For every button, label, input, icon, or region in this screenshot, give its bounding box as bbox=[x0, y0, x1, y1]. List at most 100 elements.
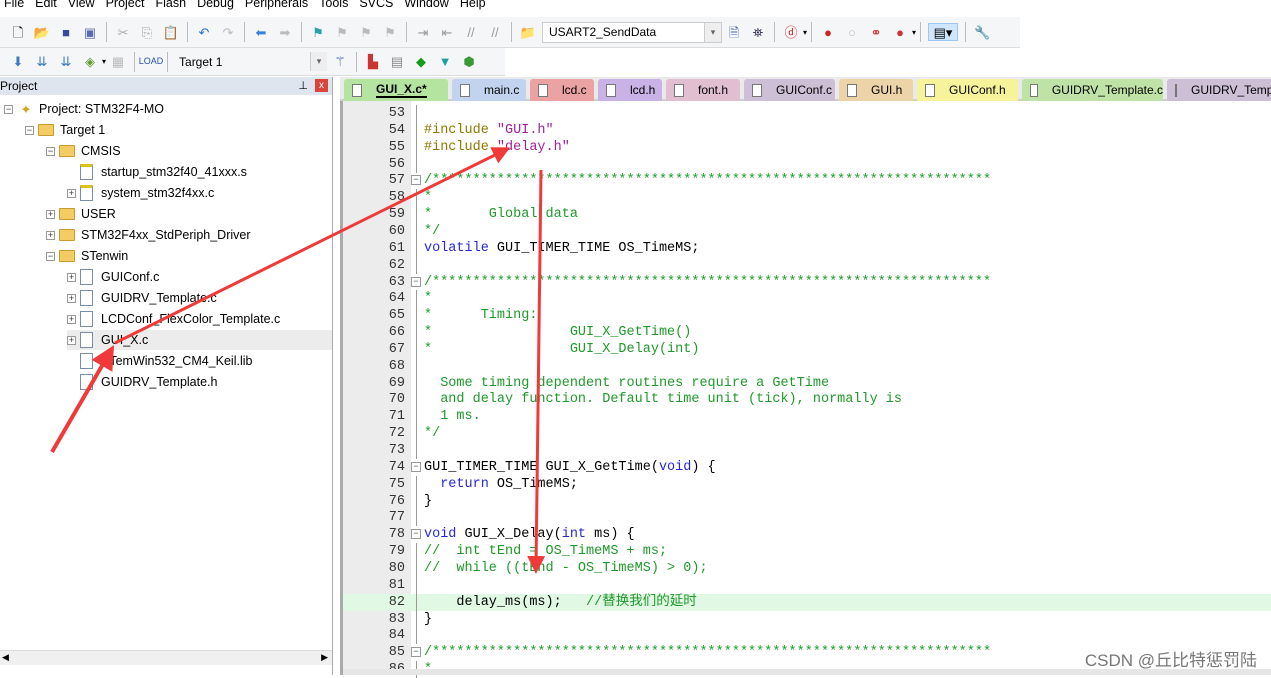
next-bookmark-icon[interactable]: ⚑ bbox=[357, 23, 375, 41]
nav-back-icon[interactable]: ⬅ bbox=[252, 23, 270, 41]
tree-item[interactable]: − STenwin bbox=[46, 246, 128, 266]
disable-breakpoint-icon[interactable]: ○ bbox=[843, 23, 861, 41]
target-combo[interactable]: Target 1 ▾ bbox=[172, 51, 328, 72]
fold-toggle-icon[interactable]: − bbox=[411, 529, 421, 540]
tab-guidrv-template-c[interactable]: GUIDRV_Template.c bbox=[1022, 79, 1163, 101]
disable-all-breakpoints-icon[interactable]: ⚭ bbox=[867, 23, 885, 41]
expand-icon[interactable]: + bbox=[67, 314, 76, 324]
tree-item[interactable]: + GUIConf.c bbox=[67, 267, 159, 287]
tab-lcd-c[interactable]: lcd.c bbox=[530, 79, 594, 101]
kill-breakpoints-icon[interactable]: ● bbox=[891, 23, 909, 41]
chevron-down-icon[interactable]: ▾ bbox=[704, 22, 721, 42]
tab-font-h[interactable]: font.h bbox=[666, 79, 740, 101]
pin-icon[interactable]: ⊥ bbox=[298, 79, 308, 92]
multi-project-icon[interactable]: ▤ bbox=[388, 53, 406, 71]
save-icon[interactable]: ■ bbox=[57, 23, 75, 41]
translate-icon[interactable]: ⬇ bbox=[9, 53, 27, 71]
undo-icon[interactable]: ↶ bbox=[195, 23, 213, 41]
copy-icon[interactable]: ⎘ bbox=[138, 23, 156, 41]
fold-toggle-icon[interactable]: − bbox=[411, 647, 421, 658]
rebuild-icon[interactable]: ⇊ bbox=[57, 53, 75, 71]
menu-view[interactable]: View bbox=[64, 0, 102, 12]
comment-icon[interactable]: // bbox=[462, 23, 480, 41]
run-time-env-icon[interactable]: ◆ bbox=[412, 53, 430, 71]
expand-icon[interactable]: + bbox=[46, 230, 55, 240]
tree-item[interactable]: − CMSIS bbox=[46, 141, 121, 161]
menu-tools[interactable]: Tools bbox=[315, 0, 355, 12]
function-combo[interactable]: USART2_SendData ▾ bbox=[542, 21, 722, 43]
menu-file[interactable]: File bbox=[0, 0, 31, 12]
cut-icon[interactable]: ✂ bbox=[114, 23, 132, 41]
tab-gui-x-c-[interactable]: GUI_X.c* bbox=[344, 79, 448, 101]
clear-bookmarks-icon[interactable]: ⚑ bbox=[381, 23, 399, 41]
horizontal-scrollbar[interactable]: ◀ ▶ bbox=[0, 650, 332, 665]
stop-build-icon[interactable]: ▦ bbox=[109, 53, 127, 71]
tree-item[interactable]: startup_stm32f40_41xxx.s bbox=[67, 162, 247, 182]
unindent-icon[interactable]: ⇤ bbox=[438, 23, 456, 41]
menu-edit[interactable]: Edit bbox=[31, 0, 64, 12]
tree-item[interactable]: + GUIDRV_Template.c bbox=[67, 288, 217, 308]
menu-peripherals[interactable]: Peripherals bbox=[241, 0, 315, 12]
expand-icon[interactable]: + bbox=[46, 209, 55, 219]
nav-forward-icon[interactable]: ➡ bbox=[276, 23, 294, 41]
tree-item[interactable]: STemWin532_CM4_Keil.lib bbox=[67, 351, 252, 371]
collapse-icon[interactable]: − bbox=[46, 251, 55, 261]
code-editor[interactable]: 53 54 #include "GUI.h" 55 #include "delay.h"… bbox=[340, 101, 1271, 678]
collapse-icon[interactable]: − bbox=[46, 146, 55, 156]
tab-guidrv-template-h[interactable]: GUIDRV_Template.h bbox=[1167, 79, 1271, 101]
open-icon[interactable]: 📂 bbox=[33, 23, 51, 41]
breakpoint-icon[interactable]: ● bbox=[819, 23, 837, 41]
find-icon[interactable]: 🗎 bbox=[725, 23, 743, 41]
find-in-files-icon[interactable]: 📁 bbox=[519, 23, 537, 41]
new-file-icon[interactable]: 🗋 bbox=[9, 23, 27, 41]
tab-gui-h[interactable]: GUI.h bbox=[839, 79, 913, 101]
expand-icon[interactable]: + bbox=[67, 293, 76, 303]
tab-lcd-h[interactable]: lcd.h bbox=[598, 79, 662, 101]
tree-item[interactable]: GUIDRV_Template.h bbox=[67, 372, 218, 392]
load-icon[interactable]: LOAD bbox=[139, 53, 164, 71]
tree-item[interactable]: + STM32F4xx_StdPeriph_Driver bbox=[46, 225, 251, 245]
indent-icon[interactable]: ⇥ bbox=[414, 23, 432, 41]
manage-components-icon[interactable]: ▙ bbox=[364, 53, 382, 71]
tree-item[interactable]: − Target 1 bbox=[25, 120, 105, 140]
redo-icon[interactable]: ↷ bbox=[219, 23, 237, 41]
paste-icon[interactable]: 📋 bbox=[162, 23, 180, 41]
binoculars-icon[interactable]: ⛯ bbox=[749, 23, 767, 41]
tree-item[interactable]: + system_stm32f4xx.c bbox=[67, 183, 214, 203]
prev-bookmark-icon[interactable]: ⚑ bbox=[333, 23, 351, 41]
pack-installer-icon[interactable]: ▼ bbox=[436, 53, 454, 71]
menu-project[interactable]: Project bbox=[102, 0, 152, 12]
close-icon[interactable]: x bbox=[315, 79, 328, 92]
menu-window[interactable]: Window bbox=[400, 0, 455, 12]
build-icon[interactable]: ⇊ bbox=[33, 53, 51, 71]
tree-item[interactable]: − ✦ Project: STM32F4-MO bbox=[4, 99, 164, 119]
menu-flash[interactable]: Flash bbox=[151, 0, 193, 12]
tab-guiconf-c[interactable]: GUIConf.c bbox=[744, 79, 835, 101]
save-all-icon[interactable]: ▣ bbox=[81, 23, 99, 41]
collapse-icon[interactable]: − bbox=[4, 104, 13, 114]
configure-icon[interactable]: 🔧 bbox=[973, 23, 991, 41]
expand-icon[interactable]: + bbox=[67, 272, 76, 282]
expand-icon[interactable]: + bbox=[67, 188, 76, 198]
menu-debug[interactable]: Debug bbox=[193, 0, 241, 12]
bookmark-icon[interactable]: ⚑ bbox=[309, 23, 327, 41]
menu-help[interactable]: Help bbox=[456, 0, 493, 12]
target-options-icon[interactable]: ⚚ bbox=[331, 53, 349, 71]
fold-toggle-icon[interactable]: − bbox=[411, 461, 421, 472]
debug-session-icon[interactable]: ⓓ bbox=[782, 23, 800, 41]
tree-item[interactable]: + LCDConf_FlexColor_Template.c bbox=[67, 309, 280, 329]
tree-item[interactable]: + GUI_X.c bbox=[67, 330, 332, 350]
tab-guiconf-h[interactable]: GUIConf.h bbox=[917, 79, 1018, 101]
tab-main-c[interactable]: main.c bbox=[452, 79, 526, 101]
tree-item[interactable]: + USER bbox=[46, 204, 116, 224]
collapse-icon[interactable]: − bbox=[25, 125, 34, 135]
window-layout-icon[interactable]: ▤▾ bbox=[928, 23, 959, 41]
expand-icon[interactable]: + bbox=[67, 335, 76, 345]
chevron-down-icon[interactable]: ▾ bbox=[310, 52, 328, 71]
batch-build-icon[interactable]: ◈ bbox=[81, 53, 99, 71]
uncomment-icon[interactable]: // bbox=[486, 23, 504, 41]
menu-svcs[interactable]: SVCS bbox=[355, 0, 400, 12]
select-pack-icon[interactable]: ⬢ bbox=[460, 53, 478, 71]
fold-toggle-icon[interactable]: − bbox=[411, 175, 421, 186]
fold-toggle-icon[interactable]: − bbox=[411, 276, 421, 287]
